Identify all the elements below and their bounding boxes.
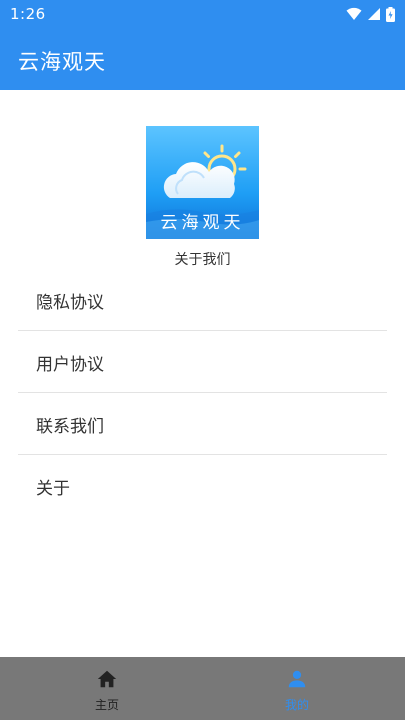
menu-list: 隐私协议 用户协议 联系我们 关于 — [18, 269, 387, 516]
person-icon — [286, 668, 308, 690]
logo-text: 云海观天 — [160, 213, 245, 233]
status-icons — [346, 6, 395, 22]
menu-item-label: 用户协议 — [36, 355, 104, 375]
nav-item-mine[interactable]: 我的 — [196, 657, 398, 720]
status-time: 1:26 — [10, 5, 46, 23]
menu-item-label: 联系我们 — [36, 417, 104, 437]
bottom-nav: 主页 我的 — [0, 657, 405, 720]
app-bar: 云海观天 — [0, 30, 405, 90]
app-logo: 云海观天 — [146, 126, 259, 239]
status-bar: 1:26 — [0, 0, 405, 30]
nav-label-mine: 我的 — [284, 698, 309, 712]
wifi-icon — [346, 7, 362, 21]
app-title: 云海观天 — [18, 50, 106, 74]
menu-item-user-agreement[interactable]: 用户协议 — [18, 331, 387, 393]
menu-item-label: 关于 — [36, 479, 70, 499]
nav-label-home: 主页 — [94, 698, 119, 712]
screen: 1:26 云海观天 云海观天 关于我们 隐私协议 用户协议 联系我们 关于 主页… — [0, 0, 405, 720]
menu-item-contact-us[interactable]: 联系我们 — [18, 393, 387, 455]
menu-item-privacy-policy[interactable]: 隐私协议 — [18, 269, 387, 331]
menu-item-label: 隐私协议 — [36, 293, 104, 313]
battery-icon — [386, 6, 395, 22]
menu-item-about[interactable]: 关于 — [18, 455, 387, 516]
about-caption: 关于我们 — [174, 252, 231, 268]
cell-signal-icon — [367, 7, 381, 21]
home-icon — [96, 668, 118, 690]
nav-item-home[interactable]: 主页 — [6, 657, 208, 720]
